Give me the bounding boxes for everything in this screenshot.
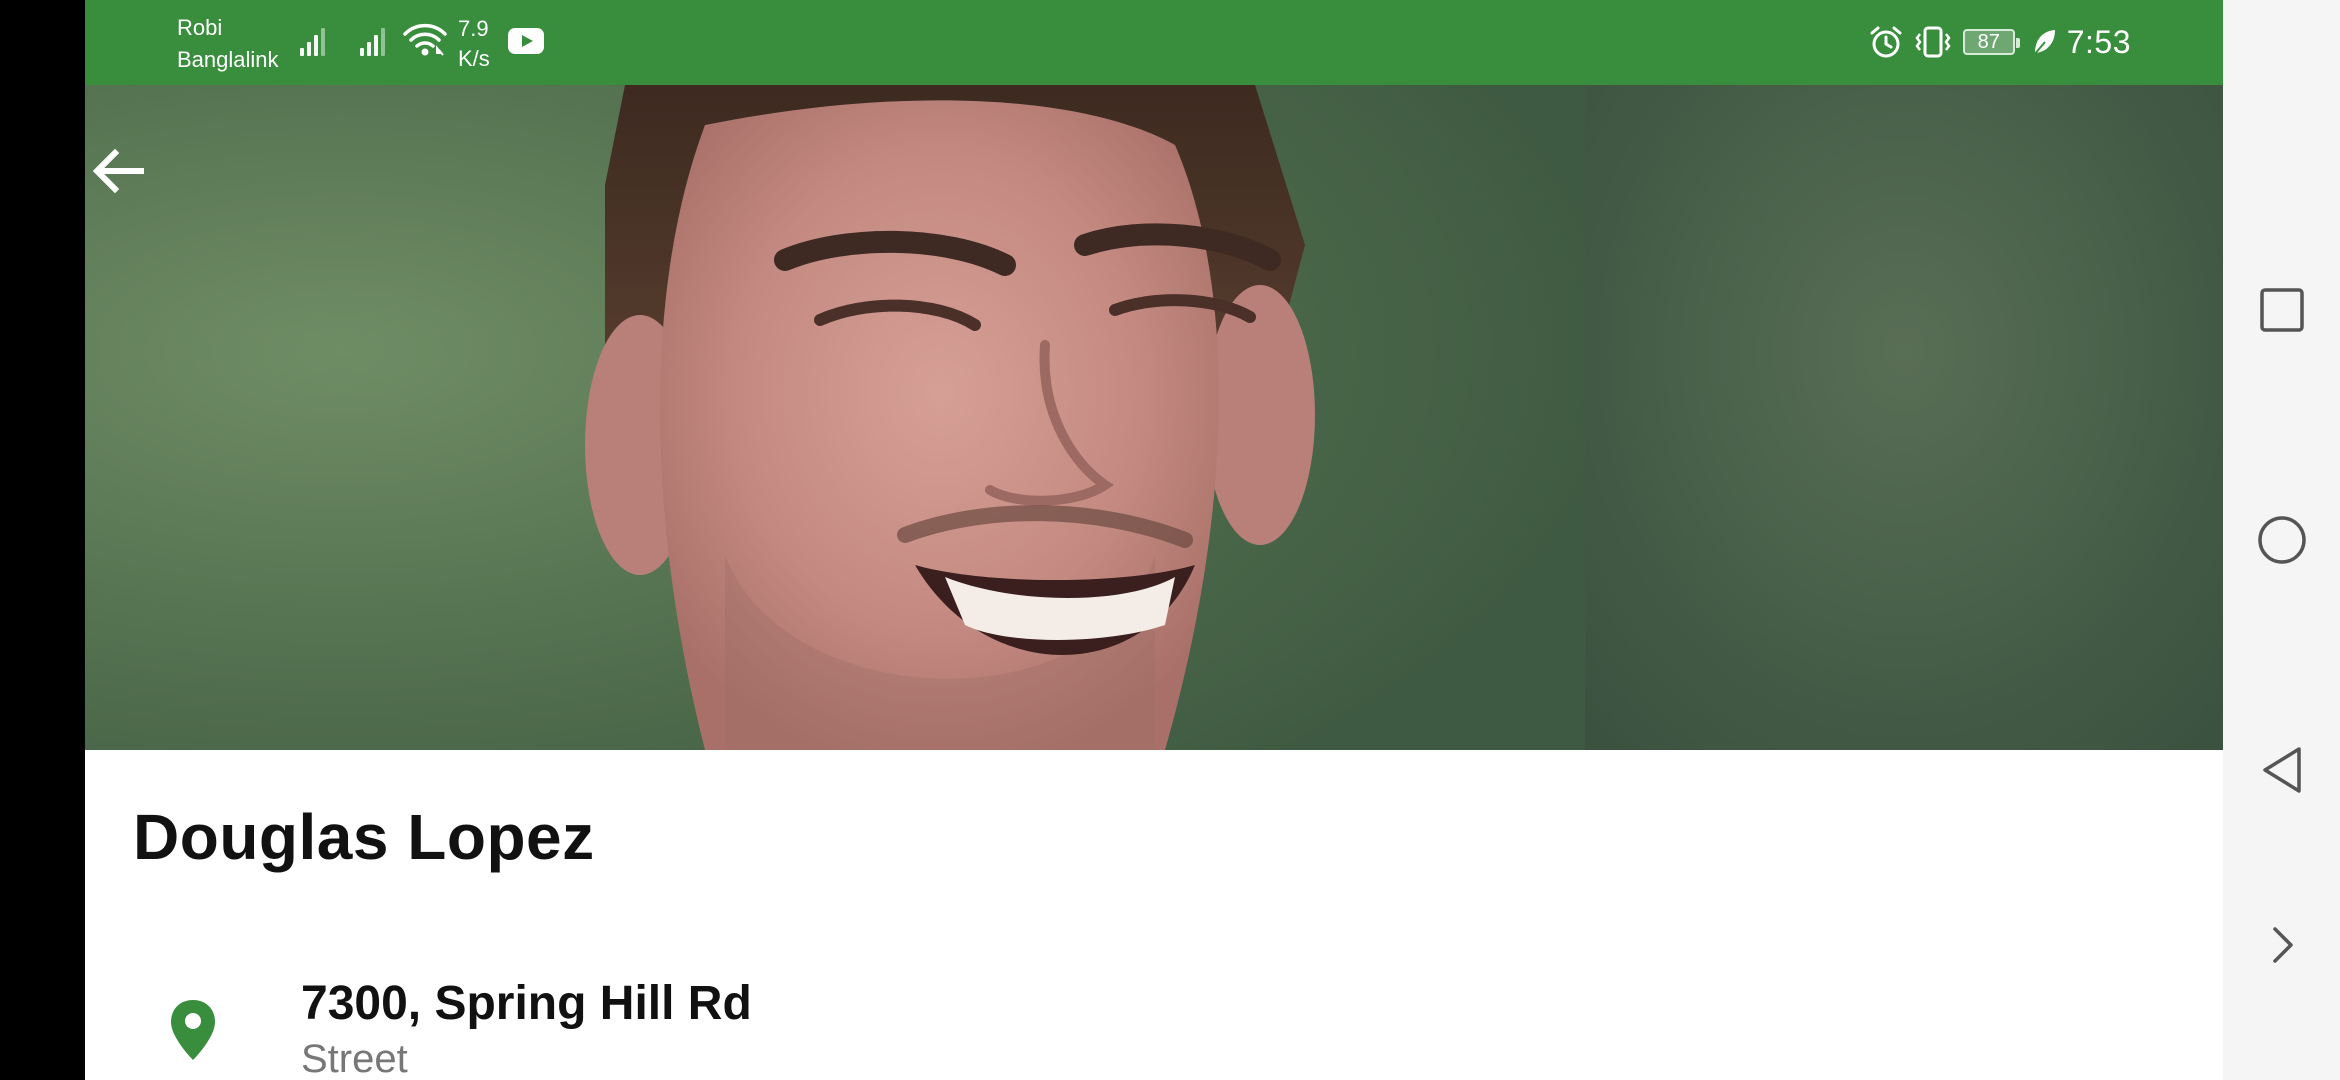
- signal-icon: [360, 26, 386, 56]
- contact-detail-screen: Robi Banglalink 7.9 K/s 87 7:53 Douglas …: [85, 0, 2223, 1080]
- home-circle-icon: [2258, 516, 2306, 564]
- recents-square-icon: [2260, 288, 2304, 332]
- battery-level: 87: [1977, 31, 2000, 53]
- carrier-name-1: Robi: [177, 15, 223, 40]
- back-triangle-icon: [2263, 747, 2301, 793]
- address-type-label: Street: [301, 1037, 408, 1080]
- status-bar: Robi Banglalink 7.9 K/s 87 7:53: [85, 0, 2223, 85]
- chevron-right-icon: [2273, 927, 2293, 963]
- back-arrow-icon[interactable]: [85, 138, 151, 204]
- network-speed-value: 7.9: [458, 16, 489, 41]
- home-button[interactable]: [2257, 515, 2307, 565]
- expand-nav-button[interactable]: [2257, 920, 2307, 970]
- location-pin-icon: [171, 1000, 215, 1060]
- contact-photo: [85, 85, 2223, 750]
- address-line[interactable]: 7300, Spring Hill Rd: [301, 976, 752, 1031]
- wifi-icon: [403, 23, 447, 56]
- carrier-name-2: Banglalink: [177, 47, 279, 72]
- network-speed-unit: K/s: [458, 46, 490, 71]
- leaf-icon: [2032, 30, 2055, 56]
- clock: 7:53: [2066, 23, 2131, 60]
- signal-icon: [300, 26, 326, 56]
- battery-icon: 87: [1962, 29, 2020, 55]
- alarm-icon: [1870, 26, 1902, 58]
- status-bar-right: 87 7:53: [1869, 18, 2131, 66]
- carrier-info: Robi Banglalink: [177, 12, 279, 76]
- contact-info: Douglas Lopez 7300, Spring Hill Rd Stree…: [85, 750, 2223, 1080]
- system-nav-bar: [2223, 0, 2340, 1080]
- youtube-icon: [508, 28, 544, 54]
- network-speed: 7.9 K/s: [458, 14, 490, 74]
- back-button[interactable]: [2257, 745, 2307, 795]
- contact-name: Douglas Lopez: [133, 801, 595, 873]
- screen-left-edge: [0, 0, 85, 1080]
- vibrate-icon: [1915, 26, 1951, 58]
- recents-button[interactable]: [2257, 285, 2307, 335]
